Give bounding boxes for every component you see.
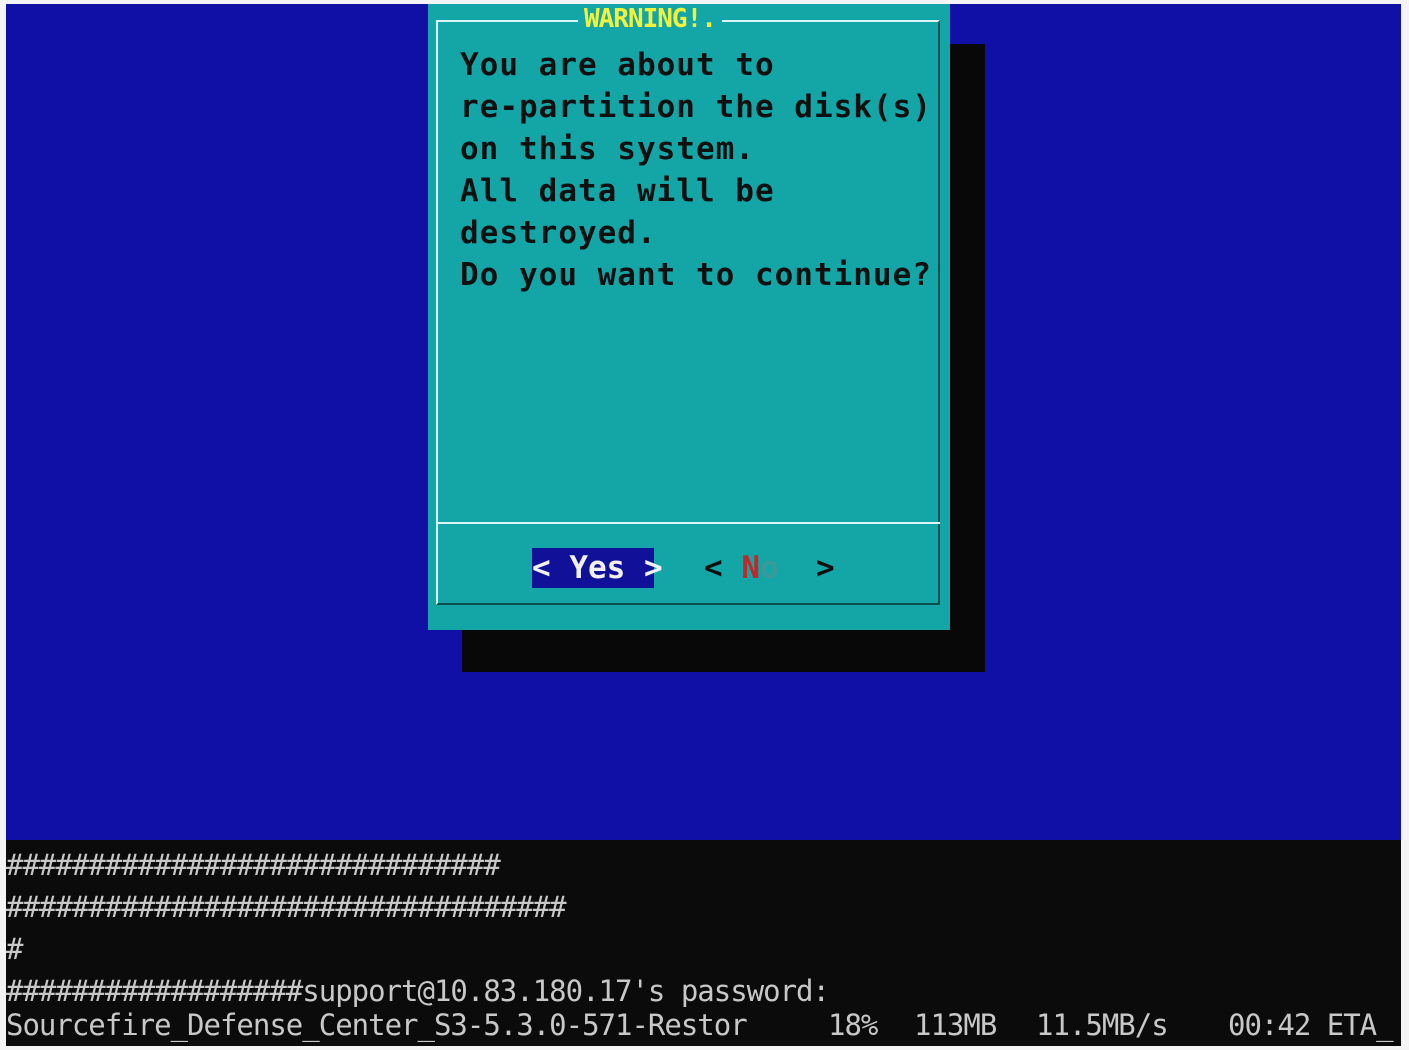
transfer-percent: 18% — [828, 1008, 878, 1042]
transfer-progress-line: Sourcefire_Defense_Center_S3-5.3.0-571-R… — [6, 1004, 1401, 1046]
message-line: destroyed. — [460, 215, 657, 251]
message-line: on this system. — [460, 131, 755, 167]
transfer-eta: 00:42 ETA_ — [1228, 1008, 1394, 1042]
warning-dialog: WARNING!. You are about to re-partition … — [428, 4, 950, 630]
message-line: You are about to — [460, 47, 775, 83]
message-line: re-partition the disk(s) — [460, 89, 932, 125]
transfer-filename: Sourcefire_Defense_Center_S3-5.3.0-571-R… — [6, 1008, 748, 1042]
message-line: All data will be — [460, 173, 775, 209]
transfer-rate: 11.5MB/s — [1036, 1008, 1169, 1042]
no-button[interactable]: < No > — [704, 548, 835, 588]
terminal-line: # — [6, 932, 23, 966]
console-screen: WARNING!. You are about to re-partition … — [6, 4, 1401, 1046]
yes-button[interactable]: < Yes > — [532, 548, 663, 588]
terminal-line: ################################## — [6, 890, 567, 924]
no-button-label-rest: o — [760, 550, 779, 586]
no-button-open: < — [704, 550, 742, 586]
no-button-hotkey: N — [741, 550, 760, 586]
no-button-close: > — [778, 550, 835, 586]
button-divider — [438, 522, 940, 524]
dialog-title: WARNING!. — [578, 4, 722, 35]
message-line: Do you want to continue? — [460, 257, 932, 293]
terminal-output: ############################## #########… — [6, 844, 830, 1012]
dialog-message: You are about to re-partition the disk(s… — [460, 44, 932, 296]
transfer-size: 113MB — [914, 1008, 997, 1042]
terminal-line: ############################## — [6, 848, 501, 882]
